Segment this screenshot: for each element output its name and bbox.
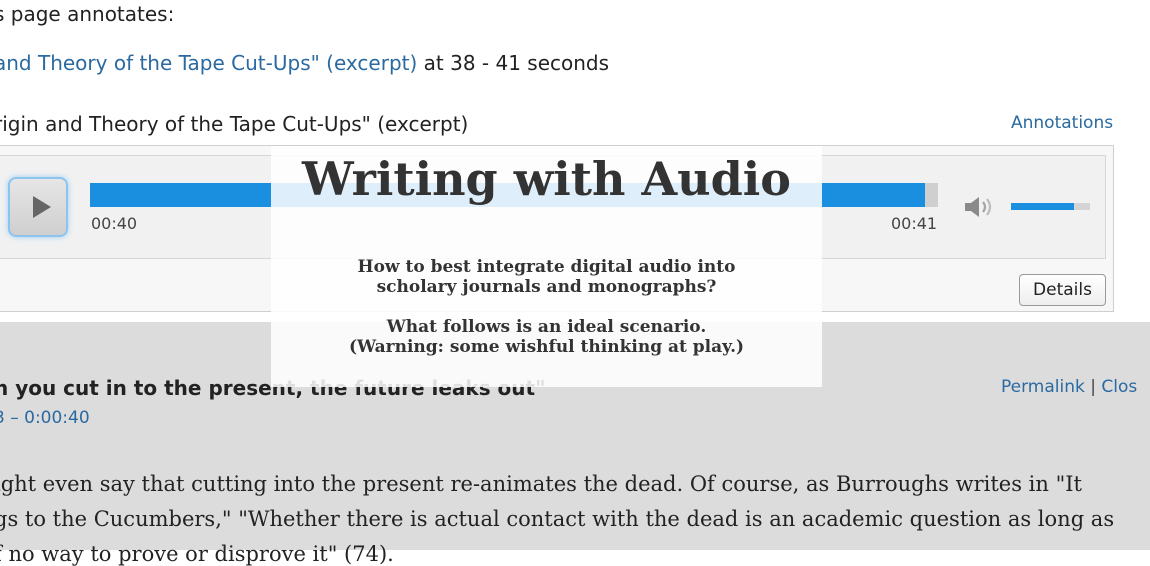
source-link[interactable]: and Theory of the Tape Cut-Ups" (excerpt… (0, 51, 417, 75)
current-time: 00:40 (91, 214, 138, 233)
annotations-link[interactable]: Annotations (1011, 113, 1113, 133)
total-time: 00:41 (891, 214, 938, 233)
annotated-source-line: and Theory of the Tape Cut-Ups" (excerpt… (0, 51, 609, 75)
annotates-heading: s page annotates: (0, 2, 175, 26)
annotation-body-line-2: gs to the Cucumbers," "Whether there is … (0, 507, 1115, 531)
overlay-scenario-line-2: (Warning: some wishful thinking at play.… (348, 337, 745, 357)
details-button[interactable]: Details (1019, 274, 1106, 306)
annotation-body-line-3: f no way to prove or disprove it" (74). (0, 542, 394, 566)
time-range-text: at 38 - 41 seconds (417, 51, 610, 75)
annotation-body-line-1: ight even say that cutting into the pres… (0, 472, 1082, 496)
annotation-time-link[interactable]: 3 – 0:00:40 (0, 408, 90, 428)
player-title: rigin and Theory of the Tape Cut-Ups" (e… (0, 112, 469, 136)
overlay-title: Writing with Audio (302, 152, 791, 206)
overlay-question-line-2: scholary journals and monographs? (376, 277, 717, 297)
annotation-actions: Permalink | Clos (1001, 377, 1137, 397)
close-link[interactable]: Clos (1101, 377, 1137, 397)
overlay-scenario-line-1: What follows is an ideal scenario. (386, 317, 707, 337)
overlay-question-line-1: How to best integrate digital audio into (357, 257, 736, 277)
permalink-link[interactable]: Permalink (1001, 377, 1085, 397)
link-separator: | (1090, 377, 1096, 397)
